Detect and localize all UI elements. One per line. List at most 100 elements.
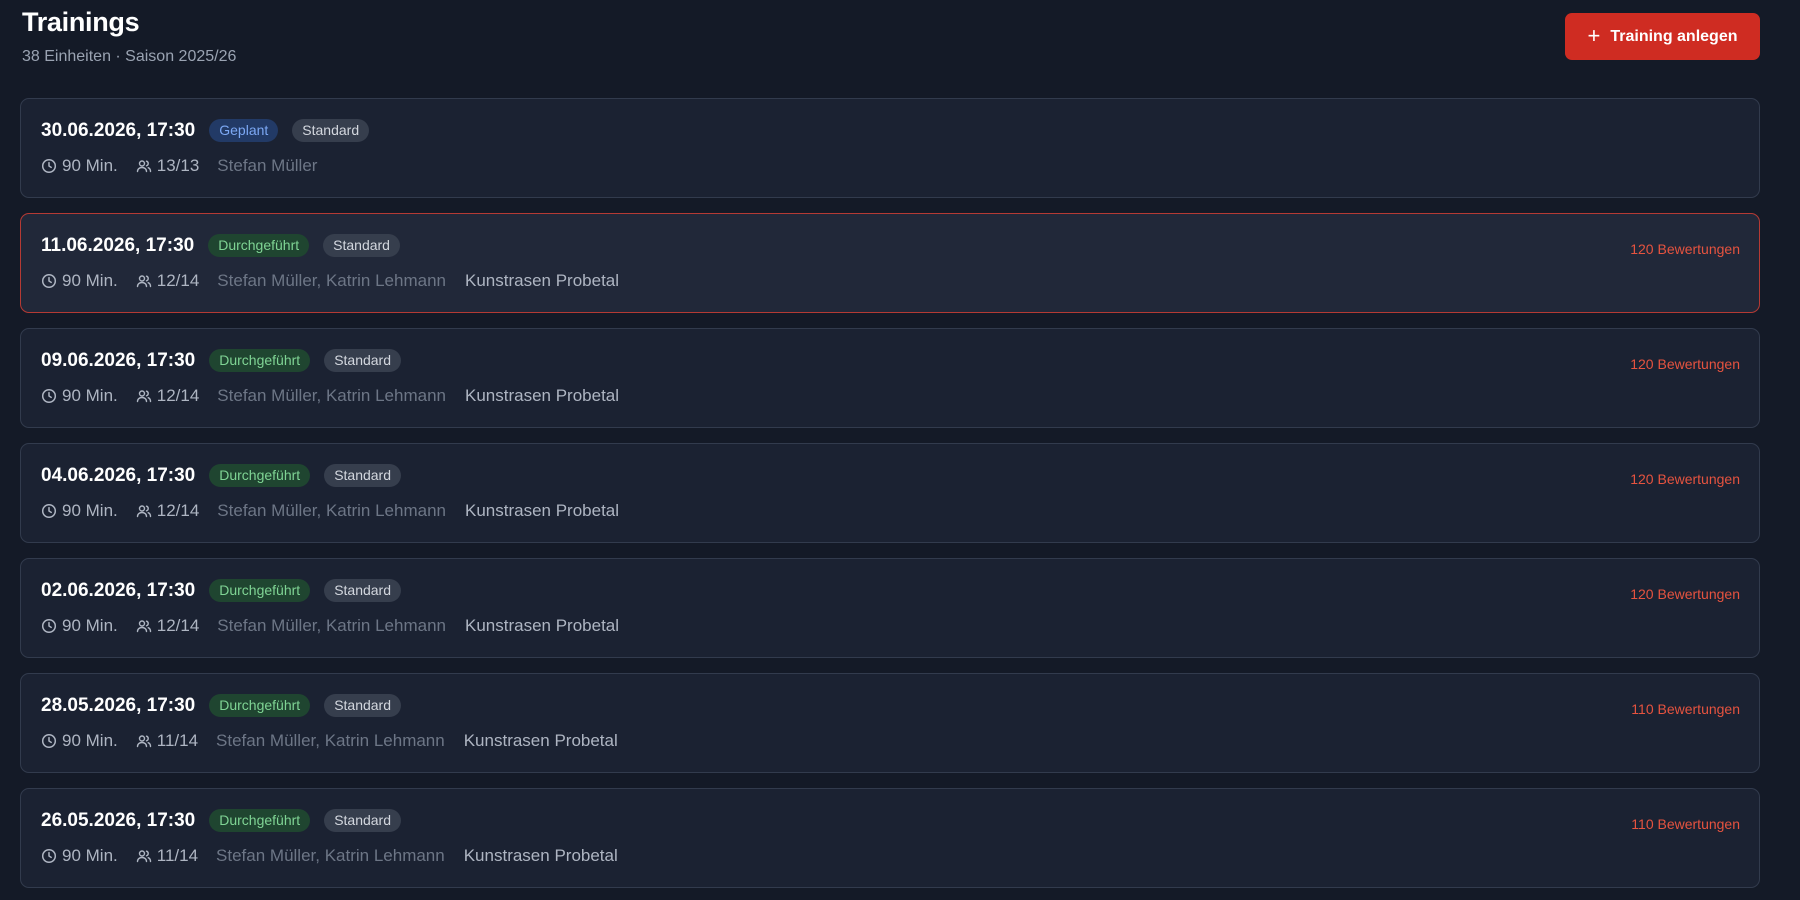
duration: 90 Min. bbox=[41, 156, 118, 176]
clock-icon bbox=[41, 848, 57, 864]
attendance-value: 12/14 bbox=[156, 501, 200, 520]
trainer-names: Stefan Müller, Katrin Lehmann bbox=[217, 616, 446, 635]
attendance-value: 11/14 bbox=[156, 846, 199, 865]
type-badge: Standard bbox=[324, 809, 402, 832]
status-badge: Durchgeführt bbox=[209, 579, 311, 602]
attendance: 13/13 bbox=[136, 156, 200, 176]
trainings-page: Trainings 38 Einheiten · Saison 2025/26 … bbox=[0, 0, 1800, 900]
attendance-value: 11/14 bbox=[156, 731, 199, 750]
clock-icon bbox=[41, 503, 57, 519]
status-badge: Durchgeführt bbox=[209, 464, 311, 487]
status-badge: Geplant bbox=[209, 119, 279, 142]
attendance: 11/14 bbox=[136, 731, 198, 751]
clock-icon bbox=[41, 158, 57, 174]
ratings-count[interactable]: 120 Bewertungen bbox=[1630, 586, 1740, 602]
training-card-meta: 90 Min. 12/14 Stefan Müller, Katrin Lehm… bbox=[41, 501, 619, 521]
training-card-meta: 90 Min. 12/14 Stefan Müller, Katrin Lehm… bbox=[41, 386, 619, 406]
training-card-meta: 90 Min. 13/13 Stefan Müller bbox=[41, 156, 336, 176]
training-card-header: 28.05.2026, 17:30 Durchgeführt Standard bbox=[41, 694, 402, 717]
duration: 90 Min. bbox=[41, 271, 118, 291]
clock-icon bbox=[41, 388, 57, 404]
training-card[interactable]: 04.06.2026, 17:30 Durchgeführt Standard … bbox=[20, 443, 1760, 543]
users-icon bbox=[136, 503, 152, 519]
ratings-count[interactable]: 110 Bewertungen bbox=[1631, 816, 1740, 832]
training-card-header: 26.05.2026, 17:30 Durchgeführt Standard bbox=[41, 809, 402, 832]
duration: 90 Min. bbox=[41, 846, 118, 866]
training-card[interactable]: 30.06.2026, 17:30 Geplant Standard 90 Mi… bbox=[20, 98, 1760, 198]
trainer-names: Stefan Müller, Katrin Lehmann bbox=[217, 271, 446, 290]
attendance: 12/14 bbox=[136, 501, 200, 521]
type-badge: Standard bbox=[324, 579, 402, 602]
attendance-value: 12/14 bbox=[156, 616, 200, 635]
trainer-names: Stefan Müller, Katrin Lehmann bbox=[217, 501, 446, 520]
training-card-header: 11.06.2026, 17:30 Durchgeführt Standard bbox=[41, 234, 400, 257]
training-list: 30.06.2026, 17:30 Geplant Standard 90 Mi… bbox=[20, 98, 1780, 888]
training-card-header: 09.06.2026, 17:30 Durchgeführt Standard bbox=[41, 349, 402, 372]
add-training-button[interactable]: + Training anlegen bbox=[1565, 13, 1760, 60]
plus-icon: + bbox=[1587, 22, 1601, 48]
type-badge: Standard bbox=[324, 694, 402, 717]
training-date: 28.05.2026, 17:30 bbox=[41, 694, 196, 716]
status-badge: Durchgeführt bbox=[209, 349, 311, 372]
users-icon bbox=[136, 388, 152, 404]
clock-icon bbox=[41, 618, 57, 634]
type-badge: Standard bbox=[292, 119, 370, 142]
training-location: Kunstrasen Probetal bbox=[464, 616, 620, 635]
attendance-value: 13/13 bbox=[156, 156, 200, 175]
training-card-meta: 90 Min. 12/14 Stefan Müller, Katrin Lehm… bbox=[41, 616, 619, 636]
clock-icon bbox=[41, 733, 57, 749]
duration: 90 Min. bbox=[41, 501, 118, 521]
duration-value: 90 Min. bbox=[62, 156, 118, 175]
training-card[interactable]: 28.05.2026, 17:30 Durchgeführt Standard … bbox=[20, 673, 1760, 773]
training-card[interactable]: 09.06.2026, 17:30 Durchgeführt Standard … bbox=[20, 328, 1760, 428]
ratings-count[interactable]: 120 Bewertungen bbox=[1630, 471, 1740, 487]
attendance-value: 12/14 bbox=[156, 271, 200, 290]
training-location: Kunstrasen Probetal bbox=[463, 731, 618, 750]
training-card-meta: 90 Min. 12/14 Stefan Müller, Katrin Lehm… bbox=[41, 271, 619, 291]
training-card[interactable]: 11.06.2026, 17:30 Durchgeführt Standard … bbox=[20, 213, 1760, 313]
type-badge: Standard bbox=[324, 349, 402, 372]
page-title: Trainings bbox=[22, 7, 140, 37]
ratings-count[interactable]: 120 Bewertungen bbox=[1630, 356, 1740, 372]
users-icon bbox=[136, 848, 152, 864]
duration-value: 90 Min. bbox=[62, 846, 118, 865]
training-card-header: 04.06.2026, 17:30 Durchgeführt Standard bbox=[41, 464, 402, 487]
trainer-names: Stefan Müller, Katrin Lehmann bbox=[216, 846, 445, 865]
attendance: 11/14 bbox=[136, 846, 198, 866]
status-badge: Durchgeführt bbox=[209, 809, 311, 832]
duration: 90 Min. bbox=[41, 386, 118, 406]
training-location: Kunstrasen Probetal bbox=[464, 386, 620, 405]
users-icon bbox=[136, 273, 152, 289]
duration-value: 90 Min. bbox=[62, 271, 118, 290]
clock-icon bbox=[41, 273, 57, 289]
duration: 90 Min. bbox=[41, 616, 118, 636]
users-icon bbox=[136, 733, 152, 749]
training-date: 04.06.2026, 17:30 bbox=[41, 464, 196, 486]
trainer-names: Stefan Müller, Katrin Lehmann bbox=[216, 731, 445, 750]
training-date: 26.05.2026, 17:30 bbox=[41, 809, 196, 831]
duration-value: 90 Min. bbox=[62, 616, 118, 635]
attendance: 12/14 bbox=[136, 616, 200, 636]
page-header: Trainings 38 Einheiten · Saison 2025/26 … bbox=[20, 0, 1780, 98]
training-card-meta: 90 Min. 11/14 Stefan Müller, Katrin Lehm… bbox=[41, 846, 618, 866]
training-card-meta: 90 Min. 11/14 Stefan Müller, Katrin Lehm… bbox=[41, 731, 618, 751]
users-icon bbox=[136, 618, 152, 634]
duration-value: 90 Min. bbox=[62, 386, 118, 405]
training-card[interactable]: 02.06.2026, 17:30 Durchgeführt Standard … bbox=[20, 558, 1760, 658]
training-card[interactable]: 26.05.2026, 17:30 Durchgeführt Standard … bbox=[20, 788, 1760, 888]
training-date: 30.06.2026, 17:30 bbox=[41, 119, 196, 141]
attendance: 12/14 bbox=[136, 386, 200, 406]
training-date: 11.06.2026, 17:30 bbox=[41, 234, 195, 256]
add-training-button-label: Training anlegen bbox=[1610, 27, 1738, 45]
attendance-value: 12/14 bbox=[156, 386, 200, 405]
training-location: Kunstrasen Probetal bbox=[463, 846, 618, 865]
status-badge: Durchgeführt bbox=[208, 234, 310, 257]
trainer-names: Stefan Müller bbox=[217, 156, 318, 175]
training-card-header: 02.06.2026, 17:30 Durchgeführt Standard bbox=[41, 579, 402, 602]
ratings-count[interactable]: 120 Bewertungen bbox=[1630, 241, 1740, 257]
duration: 90 Min. bbox=[41, 731, 118, 751]
duration-value: 90 Min. bbox=[62, 501, 118, 520]
status-badge: Durchgeführt bbox=[209, 694, 311, 717]
training-location: Kunstrasen Probetal bbox=[464, 271, 620, 290]
ratings-count[interactable]: 110 Bewertungen bbox=[1631, 701, 1740, 717]
